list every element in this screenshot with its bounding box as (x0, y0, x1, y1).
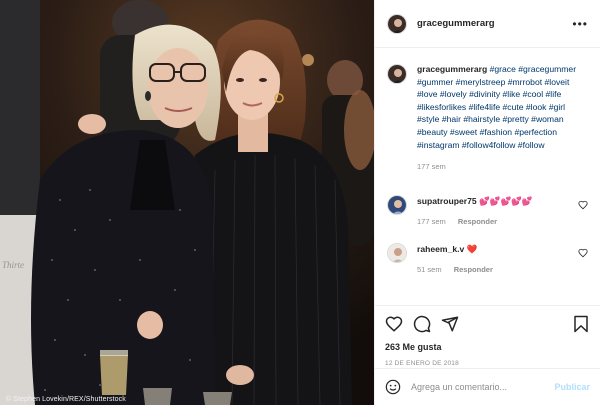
heart-icon[interactable] (385, 315, 403, 333)
author-username[interactable]: gracegummerarg (417, 18, 572, 29)
comments-section: gracegummerarg #grace #gracegummer #gumm… (375, 55, 600, 305)
likes-count[interactable]: 263 Me gusta (385, 342, 590, 352)
share-icon[interactable] (441, 315, 459, 333)
caption-time: 177 sem (417, 162, 446, 172)
add-comment-bar: Publicar (375, 368, 600, 405)
comment-icon[interactable] (413, 315, 431, 333)
caption-hashtags[interactable]: #grace #gracegummer #gummer #merylstreep… (417, 64, 576, 150)
post-date: 12 DE ENERO DE 2018 (385, 360, 459, 367)
photo-credit: © Stephen Lovekin/REX/Shutterstock (6, 396, 126, 403)
heart-icon[interactable] (578, 200, 588, 210)
photo-illustration: Thirte (0, 0, 374, 405)
comment-text: ❤️ (466, 244, 478, 254)
comment-time: 177 sem (417, 217, 446, 226)
publish-button[interactable]: Publicar (554, 382, 590, 392)
reply-button[interactable]: Responder (454, 265, 493, 274)
more-horizontal-icon[interactable]: ••• (572, 18, 588, 30)
post-actions: 263 Me gusta 12 DE ENERO DE 2018 (375, 305, 600, 367)
comment-item: supatrouper75 💕💕💕💕💕 177 sem Responder (375, 195, 600, 228)
svg-text:Thirte: Thirte (2, 260, 24, 270)
comment-item: raheem_k.v ❤️ 51 sem Responder (375, 243, 600, 276)
comment-input[interactable] (411, 382, 555, 392)
comment-body: raheem_k.v ❤️ 51 sem Responder (417, 243, 578, 276)
post-caption: gracegummerarg #grace #gracegummer #gumm… (375, 55, 600, 174)
bookmark-icon[interactable] (572, 315, 590, 333)
caption-username[interactable]: gracegummerarg (417, 64, 487, 74)
heart-icon[interactable] (578, 248, 588, 258)
instagram-post: Thirte © Stephen Lovekin/REX/Shutterstoc… (0, 0, 600, 405)
comment-username[interactable]: supatrouper75 (417, 196, 477, 206)
caption-text: gracegummerarg #grace #gracegummer #gumm… (417, 63, 588, 174)
reply-button[interactable]: Responder (458, 217, 497, 226)
comment-body: supatrouper75 💕💕💕💕💕 177 sem Responder (417, 195, 578, 228)
comment-time: 51 sem (417, 265, 442, 274)
comment-text: 💕💕💕💕💕 (479, 196, 533, 206)
author-avatar[interactable] (387, 13, 407, 34)
commenter-avatar[interactable] (387, 243, 407, 263)
post-photo[interactable]: Thirte © Stephen Lovekin/REX/Shutterstoc… (0, 0, 374, 405)
commenter-avatar[interactable] (387, 195, 407, 215)
caption-avatar[interactable] (387, 64, 407, 84)
action-icons (385, 312, 590, 336)
post-side-panel: gracegummerarg ••• gracegummerarg #grace… (374, 0, 600, 405)
post-header: gracegummerarg ••• (375, 0, 600, 48)
comment-username[interactable]: raheem_k.v (417, 244, 464, 254)
emoji-icon[interactable] (385, 379, 401, 395)
